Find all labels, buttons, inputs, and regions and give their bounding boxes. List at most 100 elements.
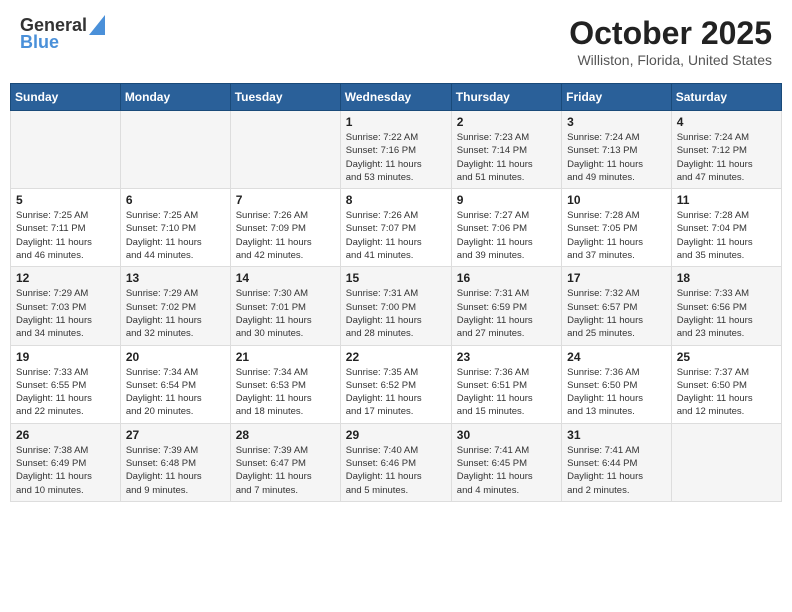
day-number: 13 (126, 271, 225, 285)
day-number: 10 (567, 193, 666, 207)
day-number: 29 (346, 428, 446, 442)
day-info: Sunrise: 7:25 AM Sunset: 7:10 PM Dayligh… (126, 209, 225, 262)
calendar-cell (230, 111, 340, 189)
calendar-week-row: 1Sunrise: 7:22 AM Sunset: 7:16 PM Daylig… (11, 111, 782, 189)
day-info: Sunrise: 7:29 AM Sunset: 7:03 PM Dayligh… (16, 287, 115, 340)
calendar-cell: 5 Sunrise: 7:25 AM Sunset: 7:11 PM Daylig… (11, 189, 121, 267)
day-info: Sunrise: 7:28 AM Sunset: 7:05 PM Dayligh… (567, 209, 666, 262)
calendar-cell: 20 Sunrise: 7:34 AM Sunset: 6:54 PM Dayli… (120, 345, 230, 423)
day-info: Sunrise: 7:22 AM Sunset: 7:16 PM Dayligh… (346, 131, 446, 184)
calendar-cell: 8 Sunrise: 7:26 AM Sunset: 7:07 PM Daylig… (340, 189, 451, 267)
day-number: 9 (457, 193, 556, 207)
day-number: 24 (567, 350, 666, 364)
calendar-cell: 24 Sunrise: 7:36 AM Sunset: 6:50 PM Dayli… (562, 345, 672, 423)
weekday-header-sunday: Sunday (11, 84, 121, 111)
calendar-cell: 29 Sunrise: 7:40 AM Sunset: 6:46 PM Dayli… (340, 423, 451, 501)
calendar-cell: 3 Sunrise: 7:24 AM Sunset: 7:13 PM Daylig… (562, 111, 672, 189)
calendar-cell: 9 Sunrise: 7:27 AM Sunset: 7:06 PM Daylig… (451, 189, 561, 267)
calendar-cell: 16 Sunrise: 7:31 AM Sunset: 6:59 PM Dayli… (451, 267, 561, 345)
weekday-header-row: SundayMondayTuesdayWednesdayThursdayFrid… (11, 84, 782, 111)
calendar-cell: 22 Sunrise: 7:35 AM Sunset: 6:52 PM Dayli… (340, 345, 451, 423)
calendar-cell: 27 Sunrise: 7:39 AM Sunset: 6:48 PM Dayli… (120, 423, 230, 501)
calendar-cell: 31 Sunrise: 7:41 AM Sunset: 6:44 PM Dayli… (562, 423, 672, 501)
day-info: Sunrise: 7:38 AM Sunset: 6:49 PM Dayligh… (16, 444, 115, 497)
day-info: Sunrise: 7:26 AM Sunset: 7:07 PM Dayligh… (346, 209, 446, 262)
day-number: 3 (567, 115, 666, 129)
day-number: 27 (126, 428, 225, 442)
calendar-cell (671, 423, 781, 501)
day-info: Sunrise: 7:36 AM Sunset: 6:51 PM Dayligh… (457, 366, 556, 419)
calendar-cell: 21Sunrise: 7:34 AM Sunset: 6:53 PM Dayli… (230, 345, 340, 423)
weekday-header-monday: Monday (120, 84, 230, 111)
calendar-week-row: 19 Sunrise: 7:33 AM Sunset: 6:55 PM Dayli… (11, 345, 782, 423)
day-number: 23 (457, 350, 556, 364)
weekday-header-wednesday: Wednesday (340, 84, 451, 111)
calendar-cell: 19 Sunrise: 7:33 AM Sunset: 6:55 PM Dayli… (11, 345, 121, 423)
day-info: Sunrise: 7:29 AM Sunset: 7:02 PM Dayligh… (126, 287, 225, 340)
day-number: 2 (457, 115, 556, 129)
calendar-cell: 4 Sunrise: 7:24 AM Sunset: 7:12 PM Daylig… (671, 111, 781, 189)
day-info: Sunrise: 7:36 AM Sunset: 6:50 PM Dayligh… (567, 366, 666, 419)
calendar-cell: 12Sunrise: 7:29 AM Sunset: 7:03 PM Dayli… (11, 267, 121, 345)
day-number: 22 (346, 350, 446, 364)
day-info: Sunrise: 7:24 AM Sunset: 7:12 PM Dayligh… (677, 131, 776, 184)
day-number: 6 (126, 193, 225, 207)
day-info: Sunrise: 7:31 AM Sunset: 7:00 PM Dayligh… (346, 287, 446, 340)
day-info: Sunrise: 7:30 AM Sunset: 7:01 PM Dayligh… (236, 287, 335, 340)
calendar-cell: 1Sunrise: 7:22 AM Sunset: 7:16 PM Daylig… (340, 111, 451, 189)
day-info: Sunrise: 7:33 AM Sunset: 6:55 PM Dayligh… (16, 366, 115, 419)
calendar-cell: 14 Sunrise: 7:30 AM Sunset: 7:01 PM Dayli… (230, 267, 340, 345)
day-info: Sunrise: 7:28 AM Sunset: 7:04 PM Dayligh… (677, 209, 776, 262)
day-number: 15 (346, 271, 446, 285)
day-info: Sunrise: 7:32 AM Sunset: 6:57 PM Dayligh… (567, 287, 666, 340)
day-number: 25 (677, 350, 776, 364)
day-number: 11 (677, 193, 776, 207)
weekday-header-friday: Friday (562, 84, 672, 111)
day-number: 18 (677, 271, 776, 285)
day-info: Sunrise: 7:23 AM Sunset: 7:14 PM Dayligh… (457, 131, 556, 184)
title-area: October 2025 Williston, Florida, United … (569, 15, 772, 68)
day-number: 16 (457, 271, 556, 285)
day-info: Sunrise: 7:41 AM Sunset: 6:45 PM Dayligh… (457, 444, 556, 497)
day-number: 8 (346, 193, 446, 207)
day-number: 21 (236, 350, 335, 364)
day-number: 7 (236, 193, 335, 207)
day-info: Sunrise: 7:35 AM Sunset: 6:52 PM Dayligh… (346, 366, 446, 419)
day-number: 20 (126, 350, 225, 364)
day-info: Sunrise: 7:37 AM Sunset: 6:50 PM Dayligh… (677, 366, 776, 419)
calendar-cell: 30Sunrise: 7:41 AM Sunset: 6:45 PM Dayli… (451, 423, 561, 501)
day-info: Sunrise: 7:41 AM Sunset: 6:44 PM Dayligh… (567, 444, 666, 497)
weekday-header-saturday: Saturday (671, 84, 781, 111)
day-info: Sunrise: 7:34 AM Sunset: 6:54 PM Dayligh… (126, 366, 225, 419)
calendar-cell: 18 Sunrise: 7:33 AM Sunset: 6:56 PM Dayli… (671, 267, 781, 345)
day-info: Sunrise: 7:39 AM Sunset: 6:48 PM Dayligh… (126, 444, 225, 497)
calendar-cell: 11 Sunrise: 7:28 AM Sunset: 7:04 PM Dayli… (671, 189, 781, 267)
day-number: 28 (236, 428, 335, 442)
calendar-cell: 2 Sunrise: 7:23 AM Sunset: 7:14 PM Daylig… (451, 111, 561, 189)
calendar-cell: 17 Sunrise: 7:32 AM Sunset: 6:57 PM Dayli… (562, 267, 672, 345)
calendar-week-row: 5 Sunrise: 7:25 AM Sunset: 7:11 PM Daylig… (11, 189, 782, 267)
logo-blue-text: Blue (20, 32, 59, 53)
day-number: 14 (236, 271, 335, 285)
day-info: Sunrise: 7:27 AM Sunset: 7:06 PM Dayligh… (457, 209, 556, 262)
calendar-cell: 25 Sunrise: 7:37 AM Sunset: 6:50 PM Dayli… (671, 345, 781, 423)
day-info: Sunrise: 7:31 AM Sunset: 6:59 PM Dayligh… (457, 287, 556, 340)
day-number: 5 (16, 193, 115, 207)
calendar-cell (120, 111, 230, 189)
day-info: Sunrise: 7:26 AM Sunset: 7:09 PM Dayligh… (236, 209, 335, 262)
day-number: 19 (16, 350, 115, 364)
day-info: Sunrise: 7:25 AM Sunset: 7:11 PM Dayligh… (16, 209, 115, 262)
calendar-cell: 13 Sunrise: 7:29 AM Sunset: 7:02 PM Dayli… (120, 267, 230, 345)
day-number: 4 (677, 115, 776, 129)
day-info: Sunrise: 7:40 AM Sunset: 6:46 PM Dayligh… (346, 444, 446, 497)
day-number: 17 (567, 271, 666, 285)
day-info: Sunrise: 7:33 AM Sunset: 6:56 PM Dayligh… (677, 287, 776, 340)
calendar-cell: 23 Sunrise: 7:36 AM Sunset: 6:51 PM Dayli… (451, 345, 561, 423)
day-number: 31 (567, 428, 666, 442)
calendar-cell: 6 Sunrise: 7:25 AM Sunset: 7:10 PM Daylig… (120, 189, 230, 267)
day-number: 26 (16, 428, 115, 442)
calendar-table: SundayMondayTuesdayWednesdayThursdayFrid… (10, 83, 782, 502)
logo-triangle-icon (89, 15, 105, 35)
day-info: Sunrise: 7:39 AM Sunset: 6:47 PM Dayligh… (236, 444, 335, 497)
day-info: Sunrise: 7:24 AM Sunset: 7:13 PM Dayligh… (567, 131, 666, 184)
